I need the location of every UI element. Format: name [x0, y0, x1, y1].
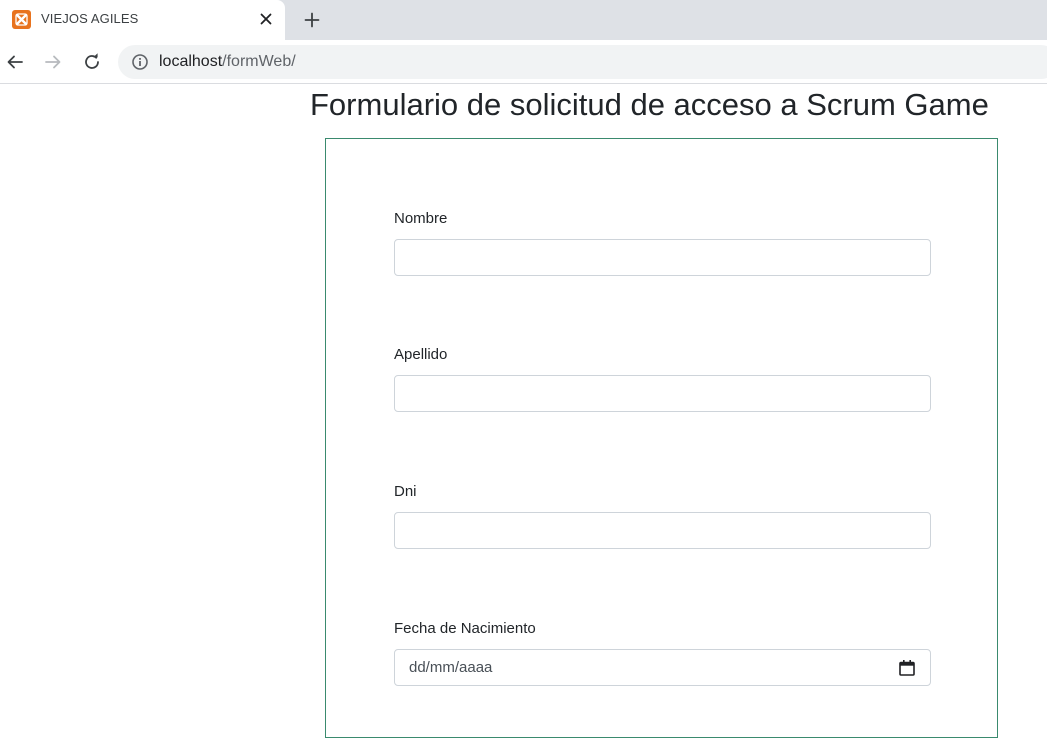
browser-toolbar: localhost/formWeb/: [0, 40, 1047, 84]
url-text: localhost/formWeb/: [159, 53, 296, 71]
browser-tab[interactable]: VIEJOS AGILES: [0, 0, 285, 40]
calendar-icon[interactable]: [898, 659, 916, 677]
date-placeholder: dd/mm/aaaa: [409, 659, 493, 676]
close-tab-icon[interactable]: [256, 9, 276, 29]
reload-icon[interactable]: [80, 50, 104, 74]
fecha-nacimiento-label: Fecha de Nacimiento: [394, 620, 536, 637]
address-bar[interactable]: localhost/formWeb/: [118, 45, 1047, 79]
access-request-form: Nombre Apellido Dni Fecha de Nacimiento …: [325, 138, 998, 738]
tab-strip: VIEJOS AGILES: [0, 0, 1047, 40]
back-arrow-icon[interactable]: [3, 50, 27, 74]
nombre-input[interactable]: [394, 239, 931, 276]
apellido-label: Apellido: [394, 346, 448, 363]
apellido-input[interactable]: [394, 375, 931, 412]
url-path: /formWeb/: [222, 53, 296, 70]
fecha-nacimiento-input[interactable]: dd/mm/aaaa: [394, 649, 931, 686]
page-title: Formulario de solicitud de acceso a Scru…: [310, 87, 989, 122]
url-host: localhost: [159, 53, 223, 70]
dni-label: Dni: [394, 483, 417, 500]
dni-input[interactable]: [394, 512, 931, 549]
nombre-label: Nombre: [394, 210, 448, 227]
new-tab-icon[interactable]: [300, 8, 324, 32]
info-icon[interactable]: [131, 53, 149, 71]
xampp-icon: [12, 10, 31, 29]
forward-arrow-icon[interactable]: [41, 50, 65, 74]
tab-title: VIEJOS AGILES: [41, 11, 139, 26]
